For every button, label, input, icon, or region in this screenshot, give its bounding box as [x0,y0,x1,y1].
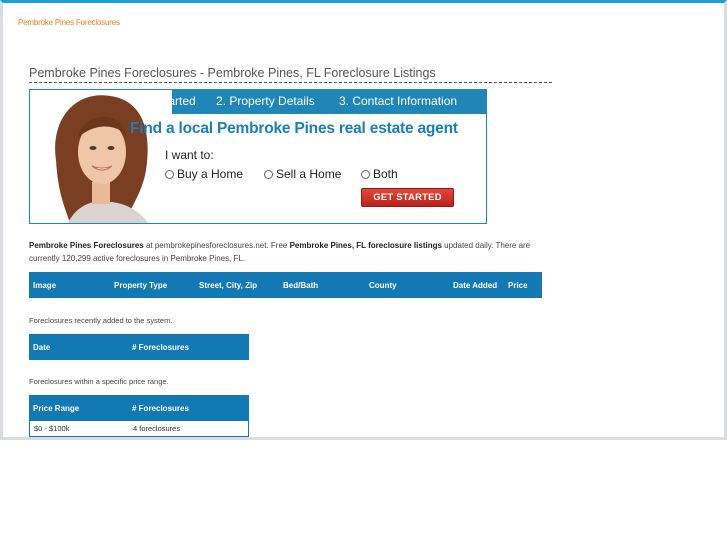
radio-both[interactable] [361,169,370,179]
option-both[interactable]: Both [361,167,398,181]
option-sell-home-label: Sell a Home [276,167,342,181]
intro-text: Pembroke Pines Foreclosures at pembrokep… [29,240,544,265]
option-both-label: Both [373,167,398,181]
price-range-caption: Foreclosures within a specific price ran… [29,377,169,386]
want-to-label: I want to: [165,148,214,162]
column-header-foreclosures: # Foreclosures [132,343,189,352]
get-started-button[interactable]: GET STARTED [361,188,454,207]
price-range-link[interactable]: $0 - $100k [34,424,69,433]
column-header-price[interactable]: Price [508,281,528,290]
column-header-bed-bath[interactable]: Bed/Bath [283,281,318,290]
column-header-county[interactable]: County [369,281,397,290]
recent-caption: Foreclosures recently added to the syste… [29,316,173,325]
page-frame: Pembroke Pines Foreclosures Pembroke Pin… [0,0,727,440]
column-header-address[interactable]: Street, City, Zip [199,281,257,290]
listings-table-header: Image Property Type Street, City, Zip Be… [29,272,542,298]
step-property-details: 2. Property Details [216,94,315,108]
site-home-link[interactable]: Pembroke Pines Foreclosures [18,18,120,27]
intro-site-name: Pembroke Pines Foreclosures [29,241,144,250]
column-header-property-type[interactable]: Property Type [114,281,167,290]
option-sell-home[interactable]: Sell a Home [264,167,341,181]
price-range-table-header: Price Range # Foreclosures [29,395,249,421]
radio-buy-home[interactable] [165,169,174,179]
step-contact-information: 3. Contact Information [339,94,458,108]
intro-text-part: at pembrokepinesforeclosures.net. Free [143,241,290,250]
column-header-price-range: Price Range [33,404,80,413]
column-header-date: Date [33,343,51,352]
recent-table-header: Date # Foreclosures [29,334,249,360]
foreclosure-count: 4 foreclosures [133,424,181,433]
column-header-foreclosures: # Foreclosures [132,404,189,413]
agent-photo [30,90,172,223]
radio-sell-home[interactable] [264,169,273,179]
page-title: Pembroke Pines Foreclosures - Pembroke P… [29,66,552,83]
column-header-date-added[interactable]: Date Added [453,281,497,290]
table-row[interactable]: $0 - $100k 4 foreclosures [29,421,249,437]
banner-headline: Find a local Pembroke Pines real estate … [130,120,458,137]
column-header-image[interactable]: Image [33,281,56,290]
intro-listings-label: Pembroke Pines, FL foreclosure listings [289,241,442,250]
option-buy-home-label: Buy a Home [177,167,244,181]
option-buy-home[interactable]: Buy a Home [165,167,243,181]
agent-finder-banner[interactable]: 1. Get Started 2. Property Details 3. Co… [29,89,487,224]
